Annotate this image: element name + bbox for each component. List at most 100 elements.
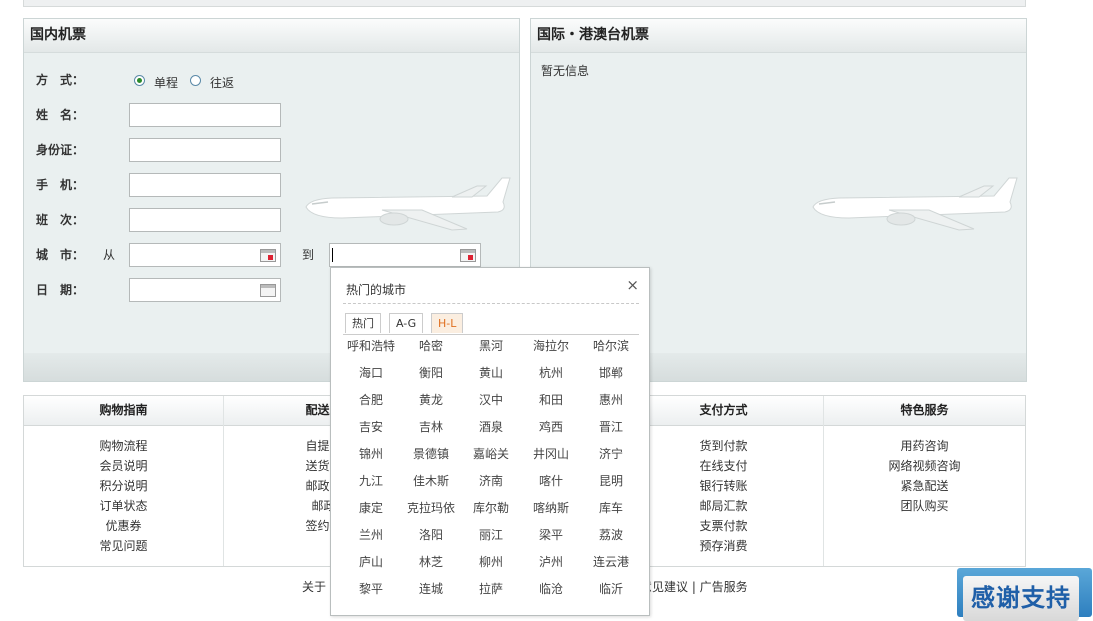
city-option[interactable]: 连城 [401, 579, 461, 606]
one-way-radio[interactable] [134, 75, 145, 86]
guide-link[interactable]: 邮局汇款 [624, 496, 823, 516]
city-option[interactable]: 丽江 [461, 525, 521, 552]
calendar-icon[interactable] [460, 249, 476, 262]
thanks-support-badge[interactable]: 感谢支持 [957, 568, 1092, 621]
tab-h-l[interactable]: H-L [431, 313, 464, 333]
divider [343, 303, 639, 304]
tab-a-g[interactable]: A-G [389, 313, 424, 333]
city-option[interactable]: 克拉玛依 [401, 498, 461, 525]
city-option[interactable]: 连云港 [581, 552, 641, 579]
city-option[interactable]: 喀纳斯 [521, 498, 581, 525]
guide-link[interactable]: 网络视频咨询 [824, 456, 1025, 476]
guide-header: 特色服务 [824, 396, 1025, 426]
city-option[interactable]: 哈尔滨 [581, 336, 641, 363]
city-option[interactable]: 汉中 [461, 390, 521, 417]
city-option[interactable]: 邯郸 [581, 363, 641, 390]
city-option[interactable]: 昆明 [581, 471, 641, 498]
calendar-icon[interactable] [260, 249, 276, 262]
city-option[interactable]: 杭州 [521, 363, 581, 390]
city-option[interactable]: 荔波 [581, 525, 641, 552]
city-option[interactable]: 拉萨 [461, 579, 521, 606]
city-option[interactable]: 洛阳 [401, 525, 461, 552]
footer-about-link[interactable]: 关于 [302, 578, 326, 595]
guide-link[interactable]: 订单状态 [24, 496, 223, 516]
mode-label: 方 式： [36, 73, 85, 87]
thanks-support-label: 感谢支持 [963, 576, 1079, 621]
guide-link[interactable]: 预存消费 [624, 536, 823, 556]
city-label: 城 市： [36, 248, 85, 262]
city-option[interactable]: 临沂 [581, 579, 641, 606]
footer-links[interactable]: 意见建议 | 广告服务 [640, 578, 748, 595]
city-option[interactable]: 合肥 [341, 390, 401, 417]
city-option[interactable]: 黑河 [461, 336, 521, 363]
city-option[interactable]: 黄龙 [401, 390, 461, 417]
city-option[interactable]: 黄山 [461, 363, 521, 390]
date-input[interactable] [129, 278, 281, 302]
city-option[interactable]: 济南 [461, 471, 521, 498]
guide-link[interactable]: 在线支付 [624, 456, 823, 476]
guide-header: 购物指南 [24, 396, 223, 426]
city-option[interactable]: 济宁 [581, 444, 641, 471]
city-option[interactable]: 库车 [581, 498, 641, 525]
guide-link[interactable]: 用药咨询 [824, 436, 1025, 456]
city-option[interactable]: 呼和浩特 [341, 336, 401, 363]
city-option[interactable]: 吉林 [401, 417, 461, 444]
city-option[interactable]: 景德镇 [401, 444, 461, 471]
guide-link[interactable]: 紧急配送 [824, 476, 1025, 496]
city-option[interactable]: 酒泉 [461, 417, 521, 444]
round-trip-label: 往返 [210, 76, 235, 90]
flight-input[interactable] [129, 208, 281, 232]
city-option[interactable]: 临沧 [521, 579, 581, 606]
city-option[interactable]: 嘉峪关 [461, 444, 521, 471]
city-option[interactable]: 海口 [341, 363, 401, 390]
domestic-panel-title: 国内机票 [24, 19, 519, 53]
round-trip-radio[interactable] [190, 75, 201, 86]
guide-link[interactable]: 银行转账 [624, 476, 823, 496]
phone-input[interactable] [129, 173, 281, 197]
guide-link[interactable]: 购物流程 [24, 436, 223, 456]
calendar-icon[interactable] [260, 284, 276, 297]
city-option[interactable]: 康定 [341, 498, 401, 525]
guide-link[interactable]: 会员说明 [24, 456, 223, 476]
city-option[interactable]: 吉安 [341, 417, 401, 444]
international-panel-title: 国际・港澳台机票 [531, 19, 1026, 53]
city-option[interactable]: 庐山 [341, 552, 401, 579]
phone-label: 手 机： [36, 178, 85, 192]
city-option[interactable]: 黎平 [341, 579, 401, 606]
guide-link[interactable]: 积分说明 [24, 476, 223, 496]
city-option[interactable]: 梁平 [521, 525, 581, 552]
to-label: 到 [302, 248, 315, 262]
city-option[interactable]: 井冈山 [521, 444, 581, 471]
date-label: 日 期： [36, 283, 85, 297]
to-city-input[interactable] [329, 243, 481, 267]
name-input[interactable] [129, 103, 281, 127]
city-option[interactable]: 兰州 [341, 525, 401, 552]
guide-link[interactable]: 团队购买 [824, 496, 1025, 516]
city-option[interactable]: 衡阳 [401, 363, 461, 390]
guide-link[interactable]: 支票付款 [624, 516, 823, 536]
guide-link[interactable]: 优惠券 [24, 516, 223, 536]
city-option[interactable]: 海拉尔 [521, 336, 581, 363]
city-picker-popup: 热门的城市 × 热门 A-G H-L 呼和浩特 哈密 黑河 海拉尔 哈尔滨 海口 衡阳 黄山杭… [330, 267, 650, 616]
city-option[interactable]: 佳木斯 [401, 471, 461, 498]
tab-hot[interactable]: 热门 [345, 313, 381, 333]
city-option[interactable]: 和田 [521, 390, 581, 417]
from-city-input[interactable] [129, 243, 281, 267]
city-option[interactable]: 哈密 [401, 336, 461, 363]
city-option[interactable]: 喀什 [521, 471, 581, 498]
city-option[interactable]: 柳州 [461, 552, 521, 579]
id-card-label: 身份证： [36, 143, 85, 157]
city-option[interactable]: 晋江 [581, 417, 641, 444]
guide-column-shopping: 购物指南 购物流程 会员说明 积分说明 订单状态 优惠券 常见问题 [24, 396, 224, 566]
city-option[interactable]: 锦州 [341, 444, 401, 471]
close-icon[interactable]: × [626, 276, 639, 294]
city-option[interactable]: 库尔勒 [461, 498, 521, 525]
guide-link[interactable]: 常见问题 [24, 536, 223, 556]
id-card-input[interactable] [129, 138, 281, 162]
city-option[interactable]: 九江 [341, 471, 401, 498]
guide-link[interactable]: 货到付款 [624, 436, 823, 456]
city-option[interactable]: 鸡西 [521, 417, 581, 444]
city-option[interactable]: 惠州 [581, 390, 641, 417]
city-option[interactable]: 林芝 [401, 552, 461, 579]
city-option[interactable]: 泸州 [521, 552, 581, 579]
